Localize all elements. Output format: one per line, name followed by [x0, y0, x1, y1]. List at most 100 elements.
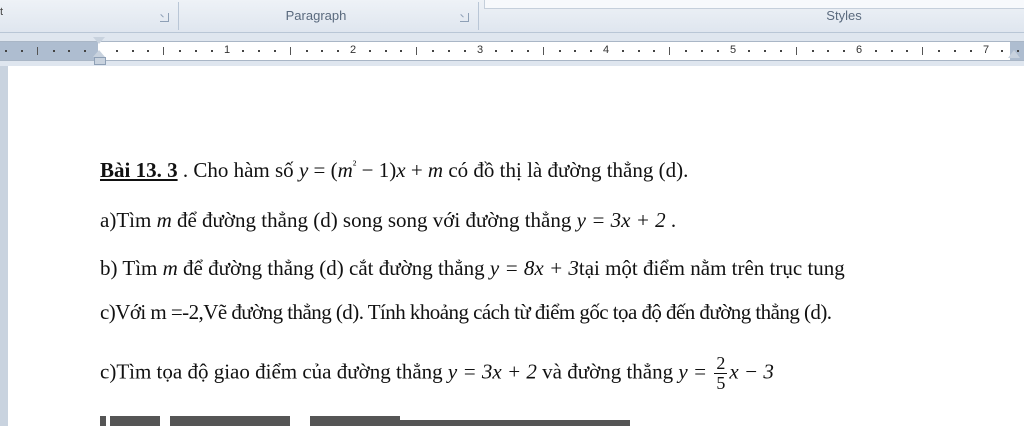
page-gutter	[0, 66, 8, 426]
left-indent-marker-icon[interactable]	[94, 57, 106, 65]
ruler-dot	[258, 50, 260, 52]
math-op: − 1)	[356, 158, 397, 182]
math-var: x	[396, 158, 406, 182]
ruler-dot	[132, 50, 134, 52]
ruler-dot	[495, 50, 497, 52]
ruler-dot	[748, 50, 750, 52]
ruler-dot	[68, 50, 70, 52]
question-a-line[interactable]: a)Tìm m để đường thẳng (d) song song với…	[100, 208, 676, 233]
clipped-glyph	[310, 416, 400, 426]
paragraph-group-label: Paragraph	[285, 8, 347, 23]
ruler-number: 4	[603, 44, 610, 56]
ruler-dot	[448, 50, 450, 52]
text: để đường thẳng (d) song song với đường t…	[171, 208, 577, 232]
font-dialog-launcher-icon[interactable]	[160, 13, 169, 22]
clipped-glyph	[100, 416, 106, 426]
ruler-dot	[242, 50, 244, 52]
text: b) Tìm	[100, 256, 163, 280]
text: để đường thẳng (d) cắt đường thẳng	[177, 256, 490, 280]
text: a)Tìm	[100, 208, 157, 232]
ribbon-group-labels: t Paragraph Styles	[0, 0, 1024, 33]
ruler-dot	[906, 50, 908, 52]
question-b-line[interactable]: b) Tìm m để đường thẳng (d) cắt đường th…	[100, 256, 845, 281]
ribbon-separator	[478, 2, 479, 30]
clipped-glyph	[400, 420, 630, 426]
math-var: m	[162, 256, 178, 280]
ruler-tick	[37, 47, 38, 55]
ruler-dot	[1001, 50, 1003, 52]
ruler-dot	[195, 50, 197, 52]
ruler-dot	[827, 50, 829, 52]
math-equation: y =	[678, 359, 713, 384]
ruler-dot	[590, 50, 592, 52]
ruler-dot	[321, 50, 323, 52]
ruler-dot	[84, 50, 86, 52]
ruler-number: 5	[730, 44, 737, 56]
ruler-dot	[116, 50, 118, 52]
ruler-dot	[812, 50, 814, 52]
ruler-dot	[211, 50, 213, 52]
ruler-dot	[764, 50, 766, 52]
ruler-dot	[875, 50, 877, 52]
ruler-dot	[843, 50, 845, 52]
ruler-dot	[527, 50, 529, 52]
ruler-dot	[717, 50, 719, 52]
ruler-tick	[416, 47, 417, 55]
ruler-dot	[464, 50, 466, 52]
ruler-dot	[432, 50, 434, 52]
question-c1-line[interactable]: c)Với m =-2,Vẽ đường thẳng (d). Tính kho…	[100, 300, 832, 325]
text: có đồ thị là đường thẳng (d).	[443, 158, 689, 182]
ruler-dot	[147, 50, 149, 52]
ruler-tick	[543, 47, 544, 55]
ruler-tick	[669, 47, 670, 55]
math-op: +	[405, 158, 428, 182]
question-c2-line[interactable]: c)Tìm tọa độ giao điểm của đường thẳng y…	[100, 354, 774, 393]
horizontal-ruler[interactable]: 1 2 3 4 5 6 7	[0, 41, 1024, 61]
math-equation: y = 3x + 2	[447, 359, 537, 384]
text: . Cho hàm số	[177, 158, 299, 182]
text: và đường thẳng	[536, 359, 679, 384]
clipped-next-line	[100, 410, 640, 426]
first-line-indent-marker-icon[interactable]	[93, 37, 105, 44]
right-indent-marker-icon[interactable]	[1008, 50, 1020, 58]
ruler-dot	[385, 50, 387, 52]
ruler-tick	[922, 47, 923, 55]
ruler-number: 6	[856, 44, 863, 56]
ruler-dot	[53, 50, 55, 52]
ruler-dot	[938, 50, 940, 52]
ruler-dot	[400, 50, 402, 52]
math-var: y	[298, 158, 309, 182]
math-equation: y = 8x + 3	[489, 256, 579, 280]
fraction: 25	[714, 353, 728, 393]
clipped-glyph	[110, 416, 160, 426]
ruler-tick	[163, 47, 164, 55]
math-equation: y = 3x + 2	[576, 208, 666, 232]
ruler-tick	[796, 47, 797, 55]
ruler-dot	[638, 50, 640, 52]
ruler-tick	[290, 47, 291, 55]
ruler-dot	[780, 50, 782, 52]
clipped-glyph	[170, 416, 290, 426]
math-op: = (	[308, 158, 338, 182]
ruler-number: 1	[224, 44, 231, 56]
ruler-dot	[685, 50, 687, 52]
ruler-dot	[622, 50, 624, 52]
ruler-dot	[274, 50, 276, 52]
paragraph-dialog-launcher-icon[interactable]	[460, 13, 469, 22]
exercise-13-heading-line[interactable]: Bài 13. 3 . Cho hàm số y = (m² − 1)x + m…	[100, 158, 688, 183]
text: tại một điểm nằm trên trục tung	[578, 256, 845, 280]
ruler-dot	[21, 50, 23, 52]
ruler-dot	[559, 50, 561, 52]
ruler-dot	[574, 50, 576, 52]
exercise-title: Bài 13. 3	[100, 158, 178, 182]
fraction-denominator: 5	[716, 373, 726, 393]
ruler-dot	[179, 50, 181, 52]
ruler-dot	[970, 50, 972, 52]
fraction-numerator: 2	[714, 353, 728, 374]
math-var: m	[156, 208, 172, 232]
ruler-number: 3	[477, 44, 484, 56]
ruler-dot	[954, 50, 956, 52]
hanging-indent-marker-icon[interactable]	[93, 50, 105, 57]
text: c)Tìm tọa độ giao điểm của đường thẳng	[100, 359, 448, 384]
ruler-dot	[369, 50, 371, 52]
